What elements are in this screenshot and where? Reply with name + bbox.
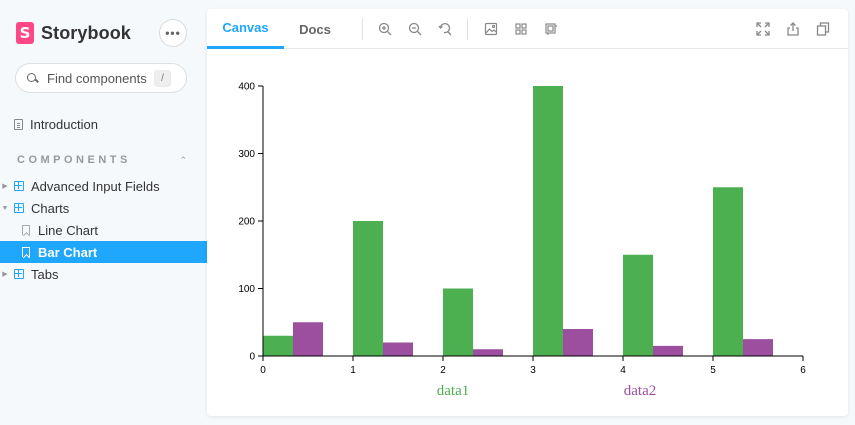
bar-data2-4 (653, 345, 683, 356)
chevron-right-icon[interactable]: ▶ (0, 270, 10, 278)
zoom-out-icon[interactable] (407, 21, 423, 37)
sidebar-item-advanced-input-fields[interactable]: ▶ Advanced Input Fields (0, 175, 207, 197)
x-tick-label-0: 0 (260, 365, 266, 376)
y-tick-label-0: 0 (249, 352, 255, 363)
fullscreen-icon[interactable] (755, 21, 771, 37)
component-icon (14, 203, 24, 213)
x-tick-label-2: 2 (440, 365, 446, 376)
x-tick-label-4: 4 (620, 365, 626, 376)
storybook-logo-icon: S (16, 22, 34, 44)
bar-data2-2 (473, 349, 503, 356)
bar-chart: 0 100 200 300 400 0 1 2 3 4 5 6 data1 data2 (207, 49, 848, 416)
share-icon[interactable] (785, 21, 801, 37)
toolbar: Canvas Docs (207, 9, 848, 49)
section-title: COMPONENTS (17, 154, 131, 166)
bar-data1-0 (263, 335, 293, 356)
sidebar-item-label: Tabs (31, 266, 59, 282)
toolbar-divider (467, 18, 468, 40)
preview-panel: Canvas Docs 0 100 200 300 400 0 1 2 3 4 … (207, 9, 848, 416)
sidebar-item-label: Line Chart (38, 222, 98, 238)
zoom-reset-icon[interactable] (437, 21, 453, 37)
component-icon (14, 269, 24, 279)
sidebar: S Storybook ••• / Introduction COMPONENT… (0, 0, 207, 425)
app-title: Storybook (41, 22, 131, 43)
toolbar-divider (362, 18, 363, 40)
x-tick-label-5: 5 (710, 365, 716, 376)
search-shortcut-badge: / (155, 70, 170, 86)
sidebar-item-bar-chart[interactable]: Bar Chart (0, 241, 207, 263)
bar-data1-4 (623, 254, 653, 356)
sidebar-item-label: Charts (31, 200, 70, 216)
sidebar-item-label: Introduction (30, 116, 98, 132)
grid-icon[interactable] (513, 21, 529, 37)
bar-data2-3 (563, 329, 593, 356)
sidebar-item-tabs[interactable]: ▶ Tabs (0, 263, 207, 285)
background-icon[interactable] (483, 21, 499, 37)
collapse-toggle-icon[interactable]: ⌃ (179, 155, 187, 166)
sidebar-item-charts[interactable]: ▼ Charts (0, 197, 207, 219)
bar-chart-svg: 0 100 200 300 400 0 1 2 3 4 5 6 data1 data2 (238, 82, 806, 400)
document-icon (14, 118, 23, 130)
bar-data2-1 (383, 342, 413, 356)
zoom-in-icon[interactable] (377, 21, 393, 37)
component-icon (14, 181, 24, 191)
more-options-button[interactable]: ••• (160, 20, 186, 46)
y-tick-label-4: 400 (238, 82, 255, 93)
y-tick-label-3: 300 (238, 149, 255, 160)
search-box[interactable]: / (16, 64, 186, 92)
y-tick-label-2: 200 (238, 217, 255, 228)
bookmark-icon (22, 225, 30, 235)
x-tick-label-6: 6 (800, 365, 806, 376)
sidebar-item-label: Bar Chart (38, 244, 98, 260)
bar-data1-3 (533, 86, 563, 356)
sidebar-item-label: Advanced Input Fields (31, 178, 160, 194)
outline-icon[interactable] (543, 21, 559, 37)
bar-data2-0 (293, 322, 323, 356)
bar-data1-5 (713, 187, 743, 356)
copy-icon[interactable] (815, 21, 831, 37)
search-icon (26, 72, 39, 85)
chevron-down-icon[interactable]: ▼ (0, 205, 10, 212)
x-tick-label-1: 1 (350, 365, 356, 376)
storybook-brand[interactable]: S Storybook (16, 22, 131, 44)
tab-canvas[interactable]: Canvas (207, 9, 284, 49)
search-input[interactable] (47, 70, 155, 86)
bar-data2-5 (743, 339, 773, 356)
x-tick-label-3: 3 (530, 365, 536, 376)
chevron-right-icon[interactable]: ▶ (0, 182, 10, 190)
sidebar-item-line-chart[interactable]: Line Chart (0, 219, 207, 241)
bar-data1-2 (443, 288, 473, 356)
y-tick-label-1: 100 (238, 284, 255, 295)
bar-data1-1 (353, 221, 383, 356)
tab-docs[interactable]: Docs (284, 9, 346, 49)
components-section-header[interactable]: COMPONENTS ⌃ (17, 154, 187, 166)
legend-data1: data1 (437, 383, 469, 399)
legend-data2: data2 (624, 383, 656, 399)
sidebar-item-introduction[interactable]: Introduction (0, 113, 207, 135)
bookmark-icon (22, 247, 30, 257)
